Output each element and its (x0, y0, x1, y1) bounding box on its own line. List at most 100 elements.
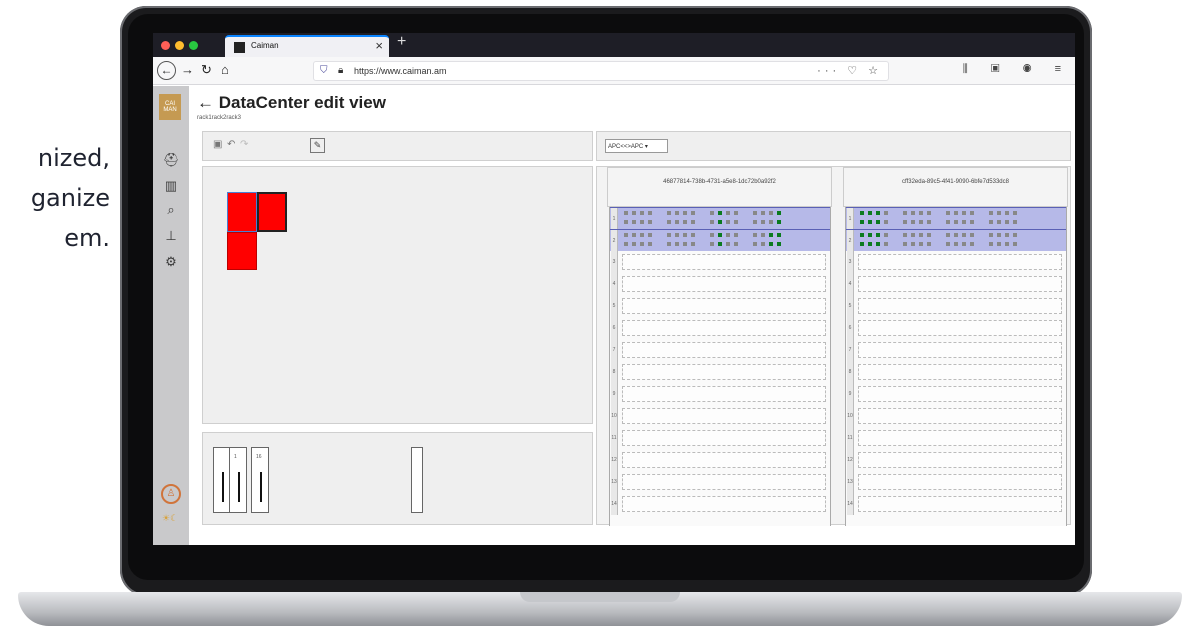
page-actions-icons[interactable]: ··· ♡ ☆ (817, 64, 882, 77)
rack-unit[interactable]: 7 (846, 339, 1066, 361)
app-logo[interactable]: CAI MAN (159, 94, 181, 120)
switch-port[interactable] (946, 220, 950, 224)
rack-device-row[interactable]: 1 (846, 207, 1066, 230)
theme-toggle-icon[interactable]: ☀☾ (162, 513, 178, 524)
rack-unit[interactable]: 14 (610, 493, 830, 515)
rack-tile-3[interactable] (227, 232, 257, 270)
new-tab-icon[interactable]: + (397, 33, 406, 51)
pdu-strip-4[interactable] (411, 447, 423, 513)
rack-unit[interactable]: 5 (846, 295, 1066, 317)
switch-port[interactable] (691, 220, 695, 224)
switch-port[interactable] (868, 220, 872, 224)
switch-port[interactable] (675, 211, 679, 215)
url-bar[interactable]: ⛉ 🔒︎ https://www.caiman.am ··· ♡ ☆ (313, 61, 889, 81)
switch-port[interactable] (954, 220, 958, 224)
switch-port[interactable] (919, 242, 923, 246)
switch-port[interactable] (876, 242, 880, 246)
switch-port[interactable] (675, 220, 679, 224)
switch-port[interactable] (946, 233, 950, 237)
empty-slot[interactable] (622, 430, 826, 446)
switch-port[interactable] (970, 233, 974, 237)
switch-port[interactable] (632, 220, 636, 224)
switch-port[interactable] (624, 242, 628, 246)
switch-port[interactable] (667, 211, 671, 215)
switch-port[interactable] (667, 220, 671, 224)
maximize-window-dot[interactable] (189, 41, 198, 50)
switch-port[interactable] (667, 242, 671, 246)
switch-port[interactable] (860, 220, 864, 224)
switch-port[interactable] (777, 242, 781, 246)
empty-slot[interactable] (622, 496, 826, 512)
switch-port[interactable] (903, 233, 907, 237)
switch-port[interactable] (970, 211, 974, 215)
empty-slot[interactable] (622, 364, 826, 380)
toolbar-right-icons[interactable]: ⫼ ▣ ◉ ≡ (963, 63, 1071, 76)
switch-port[interactable] (954, 211, 958, 215)
switch-port[interactable] (868, 233, 872, 237)
home-icon[interactable]: ⌂ (221, 62, 229, 78)
switch-port[interactable] (726, 211, 730, 215)
switch-port[interactable] (648, 211, 652, 215)
switch-port[interactable] (962, 211, 966, 215)
empty-slot[interactable] (622, 320, 826, 336)
empty-slot[interactable] (858, 452, 1062, 468)
switch-port[interactable] (884, 211, 888, 215)
switch-port[interactable] (860, 233, 864, 237)
undo-icon[interactable]: ↶ (227, 139, 235, 150)
switch-port[interactable] (624, 233, 628, 237)
switch-port[interactable] (919, 220, 923, 224)
switch-port[interactable] (1005, 242, 1009, 246)
switch-port[interactable] (876, 211, 880, 215)
empty-slot[interactable] (622, 474, 826, 490)
url-text[interactable]: https://www.caiman.am (354, 66, 447, 76)
switch-port[interactable] (1013, 220, 1017, 224)
rack-unit[interactable]: 12 (846, 449, 1066, 471)
rack-tile-2[interactable] (257, 192, 287, 232)
switch-port[interactable] (927, 233, 931, 237)
switch-port[interactable] (753, 211, 757, 215)
switch-port[interactable] (761, 242, 765, 246)
switch-port[interactable] (761, 211, 765, 215)
browser-back-icon[interactable]: ← (157, 61, 176, 80)
switch-port[interactable] (753, 220, 757, 224)
switch-port[interactable] (675, 233, 679, 237)
switch-port[interactable] (1005, 211, 1009, 215)
tab-close-icon[interactable]: × (375, 38, 383, 53)
empty-slot[interactable] (858, 386, 1062, 402)
switch-port[interactable] (710, 242, 714, 246)
switch-port[interactable] (946, 242, 950, 246)
switch-port[interactable] (777, 220, 781, 224)
switch-port[interactable] (868, 211, 872, 215)
switch-port[interactable] (648, 242, 652, 246)
switch-port[interactable] (726, 242, 730, 246)
rack-unit[interactable]: 10 (846, 405, 1066, 427)
switch-port[interactable] (954, 242, 958, 246)
switch-port[interactable] (989, 233, 993, 237)
worker-icon[interactable]: ⛑ (163, 152, 180, 168)
switch-port[interactable] (761, 233, 765, 237)
switch-port[interactable] (927, 220, 931, 224)
tracking-shield-icon[interactable]: ⛉ (320, 65, 328, 76)
switch-port[interactable] (1013, 211, 1017, 215)
switch-port[interactable] (734, 220, 738, 224)
redo-icon[interactable]: ↷ (240, 139, 248, 150)
switch-port[interactable] (632, 211, 636, 215)
switch-port[interactable] (1013, 242, 1017, 246)
switch-port[interactable] (718, 233, 722, 237)
switch-port[interactable] (876, 220, 880, 224)
switch-port[interactable] (734, 233, 738, 237)
switch-port[interactable] (997, 220, 1001, 224)
minimize-window-dot[interactable] (175, 41, 184, 50)
switch-port[interactable] (911, 220, 915, 224)
switch-port[interactable] (1005, 233, 1009, 237)
library-icon[interactable]: ▥ (163, 178, 179, 194)
rack-unit[interactable]: 6 (846, 317, 1066, 339)
switch-port[interactable] (927, 242, 931, 246)
switch-port[interactable] (903, 242, 907, 246)
empty-slot[interactable] (858, 298, 1062, 314)
switch-port[interactable] (919, 233, 923, 237)
empty-slot[interactable] (622, 386, 826, 402)
switch-port[interactable] (769, 220, 773, 224)
switch-port[interactable] (970, 242, 974, 246)
switch-port[interactable] (903, 220, 907, 224)
